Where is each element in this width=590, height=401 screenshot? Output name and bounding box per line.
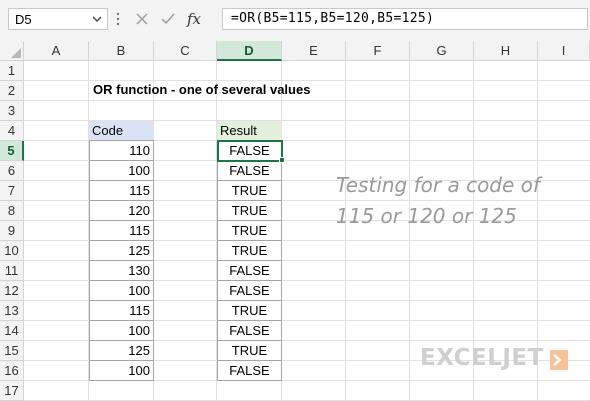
exceljet-logo: EXCELJET: [420, 345, 570, 375]
code-cell[interactable]: 115: [89, 221, 154, 241]
row-header-6[interactable]: 6: [0, 161, 24, 181]
enter-check-icon[interactable]: [159, 10, 177, 28]
result-cell[interactable]: FALSE: [217, 361, 282, 381]
formula-controls: fx: [129, 8, 221, 30]
row-header-15[interactable]: 15: [0, 341, 24, 361]
column-header-f[interactable]: F: [346, 41, 410, 61]
row-header-5[interactable]: 5: [0, 141, 24, 161]
note-line-2: 115 or 120 or 125: [336, 204, 517, 228]
row-header-10[interactable]: 10: [0, 241, 24, 261]
column-header-e[interactable]: E: [282, 41, 346, 61]
formula-input[interactable]: =OR(B5=115,B5=120,B5=125): [222, 8, 588, 30]
result-cell[interactable]: TRUE: [217, 221, 282, 241]
row-header-7[interactable]: 7: [0, 181, 24, 201]
select-all-corner[interactable]: [0, 41, 24, 61]
formula-bar-area: D5 fx =OR(B5=115,B5=120,B5=125): [0, 0, 590, 41]
code-cell[interactable]: 100: [89, 361, 154, 381]
code-header-cell[interactable]: Code: [89, 121, 154, 141]
insert-function-icon[interactable]: fx: [187, 10, 213, 28]
column-header-h[interactable]: H: [474, 41, 538, 61]
row-header-4[interactable]: 4: [0, 121, 24, 141]
row-header-1[interactable]: 1: [0, 61, 24, 81]
row-header-9[interactable]: 9: [0, 221, 24, 241]
row-header-2[interactable]: 2: [0, 81, 24, 101]
column-header-c[interactable]: C: [154, 41, 217, 61]
result-cell[interactable]: FALSE: [217, 281, 282, 301]
more-options-icon[interactable]: [113, 10, 123, 28]
row-header-11[interactable]: 11: [0, 261, 24, 281]
code-cell[interactable]: 110: [89, 141, 154, 161]
row-header-8[interactable]: 8: [0, 201, 24, 221]
note-line-1: Testing for a code of: [336, 173, 540, 197]
name-box[interactable]: D5: [8, 8, 108, 30]
result-header-cell[interactable]: Result: [217, 121, 282, 141]
result-cell[interactable]: FALSE: [217, 261, 282, 281]
row-header-13[interactable]: 13: [0, 301, 24, 321]
formula-text: =OR(B5=115,B5=120,B5=125): [231, 11, 435, 26]
sheet-title[interactable]: OR function - one of several values: [93, 82, 310, 97]
row-header-16[interactable]: 16: [0, 361, 24, 381]
code-cell[interactable]: 100: [89, 281, 154, 301]
annotation-note: Testing for a code of 115 or 120 or 125: [336, 170, 540, 232]
logo-mark-icon: [550, 350, 568, 370]
result-cell[interactable]: FALSE: [217, 321, 282, 341]
result-cell[interactable]: TRUE: [217, 201, 282, 221]
result-cell[interactable]: TRUE: [217, 301, 282, 321]
code-cell[interactable]: 100: [89, 161, 154, 181]
code-cell[interactable]: 115: [89, 181, 154, 201]
code-cell[interactable]: 115: [89, 301, 154, 321]
chevron-down-icon[interactable]: [91, 13, 103, 25]
row-header-17[interactable]: 17: [0, 381, 24, 401]
result-cell[interactable]: TRUE: [217, 181, 282, 201]
row-header-14[interactable]: 14: [0, 321, 24, 341]
cancel-icon[interactable]: [133, 10, 151, 28]
active-cell-outline[interactable]: [217, 140, 283, 162]
column-header-b[interactable]: B: [89, 41, 154, 61]
logo-text: EXCELJET: [420, 345, 544, 371]
row-header-12[interactable]: 12: [0, 281, 24, 301]
result-cell[interactable]: TRUE: [217, 241, 282, 261]
code-cell[interactable]: 130: [89, 261, 154, 281]
row-header-3[interactable]: 3: [0, 101, 24, 121]
column-header-d[interactable]: D: [217, 41, 282, 61]
result-cell[interactable]: TRUE: [217, 341, 282, 361]
code-cell[interactable]: 120: [89, 201, 154, 221]
column-header-g[interactable]: G: [410, 41, 474, 61]
column-header-a[interactable]: A: [24, 41, 89, 61]
code-cell[interactable]: 125: [89, 241, 154, 261]
name-box-value: D5: [15, 12, 32, 27]
code-cell[interactable]: 100: [89, 321, 154, 341]
result-cell[interactable]: FALSE: [217, 161, 282, 181]
fill-handle[interactable]: [279, 157, 285, 163]
code-cell[interactable]: 125: [89, 341, 154, 361]
column-header-i[interactable]: I: [538, 41, 590, 61]
